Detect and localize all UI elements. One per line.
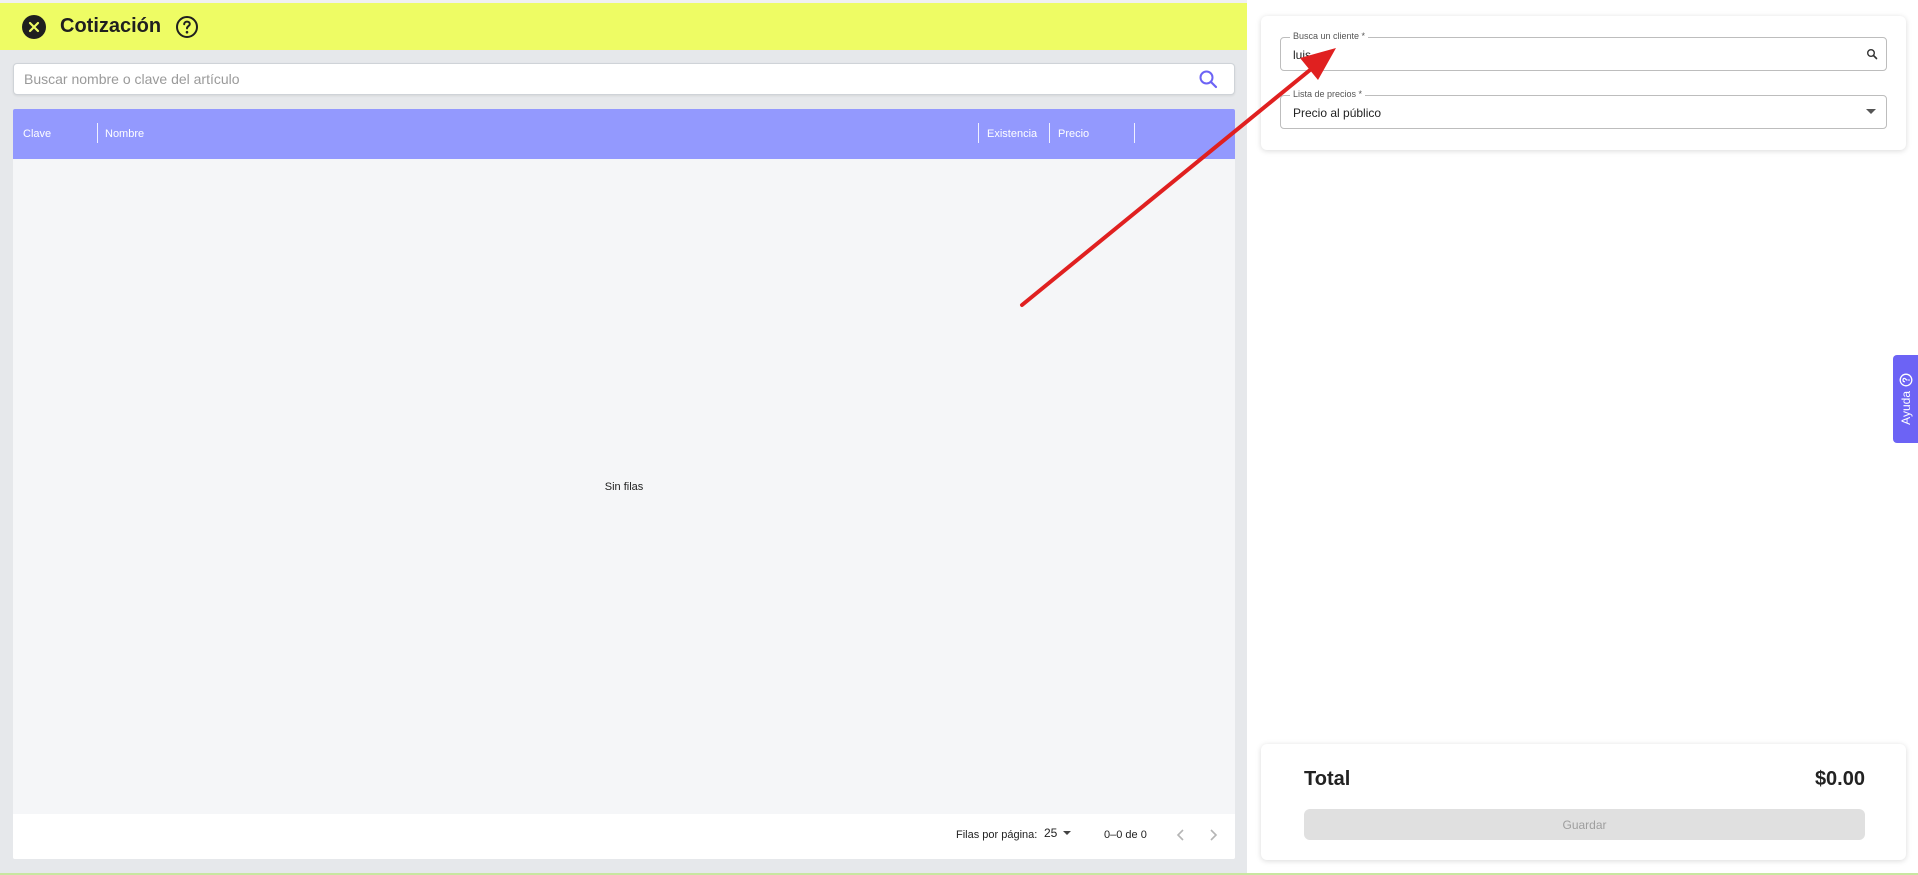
total-label: Total: [1304, 768, 1351, 790]
rows-per-page-label: Filas por página:: [956, 829, 1038, 841]
price-list-value: Precio al público: [1293, 106, 1382, 120]
chevron-left-icon[interactable]: [1173, 826, 1189, 844]
rows-per-page-select[interactable]: 25: [1044, 826, 1073, 840]
price-list-label: Lista de precios *: [1290, 89, 1366, 99]
column-separator[interactable]: [97, 123, 98, 143]
table-pagination: Filas por página: 25 0–0 de 0: [13, 814, 1235, 859]
empty-rows-message: Sin filas: [604, 480, 644, 493]
table-body: Sin filas: [13, 159, 1235, 814]
client-panel: Busca un cliente * luis Lista de precios…: [1247, 0, 1918, 875]
article-search-input[interactable]: [24, 71, 1198, 87]
help-circle-icon: [1899, 373, 1912, 387]
help-circle-icon[interactable]: [175, 15, 199, 39]
help-side-tab[interactable]: Ayuda: [1893, 355, 1918, 443]
close-button[interactable]: [22, 14, 46, 39]
article-search: [13, 63, 1235, 95]
price-list-select[interactable]: Lista de precios * Precio al público: [1280, 89, 1887, 129]
column-separator[interactable]: [1134, 123, 1135, 143]
save-button[interactable]: Guardar: [1304, 809, 1865, 840]
help-tab-label: Ayuda: [1898, 391, 1913, 425]
articles-table: Clave Nombre Existencia Precio Sin filas…: [13, 109, 1235, 859]
search-icon[interactable]: [1866, 48, 1878, 60]
client-search-label: Busca un cliente *: [1290, 31, 1369, 41]
chevron-right-icon[interactable]: [1205, 826, 1221, 844]
client-search-input[interactable]: luis: [1293, 48, 1311, 62]
title-bar: Cotización: [0, 0, 1247, 50]
column-separator[interactable]: [1049, 123, 1050, 143]
caret-down-icon[interactable]: [1866, 109, 1876, 114]
total-value: $0.00: [1814, 768, 1865, 790]
total-card: Total $0.00 Guardar: [1261, 744, 1906, 860]
table-header: Clave Nombre Existencia Precio: [13, 109, 1235, 159]
pagination-range: 0–0 de 0: [1104, 829, 1147, 841]
column-separator[interactable]: [978, 123, 979, 143]
page-title: Cotización: [60, 15, 162, 37]
caret-down-icon: [1063, 831, 1072, 835]
close-icon: [28, 21, 40, 32]
column-header-nombre[interactable]: Nombre: [105, 109, 144, 159]
column-header-existencia[interactable]: Existencia: [987, 109, 1037, 159]
rows-per-page-value: 25: [1044, 826, 1058, 840]
column-header-precio[interactable]: Precio: [1058, 109, 1089, 159]
client-card: Busca un cliente * luis Lista de precios…: [1261, 16, 1906, 150]
column-header-clave[interactable]: Clave: [23, 109, 51, 159]
quote-panel: Cotización Clave Nombre Existencia Preci…: [0, 0, 1247, 875]
search-icon[interactable]: [1198, 69, 1218, 89]
client-search-field[interactable]: Busca un cliente * luis: [1280, 31, 1887, 71]
